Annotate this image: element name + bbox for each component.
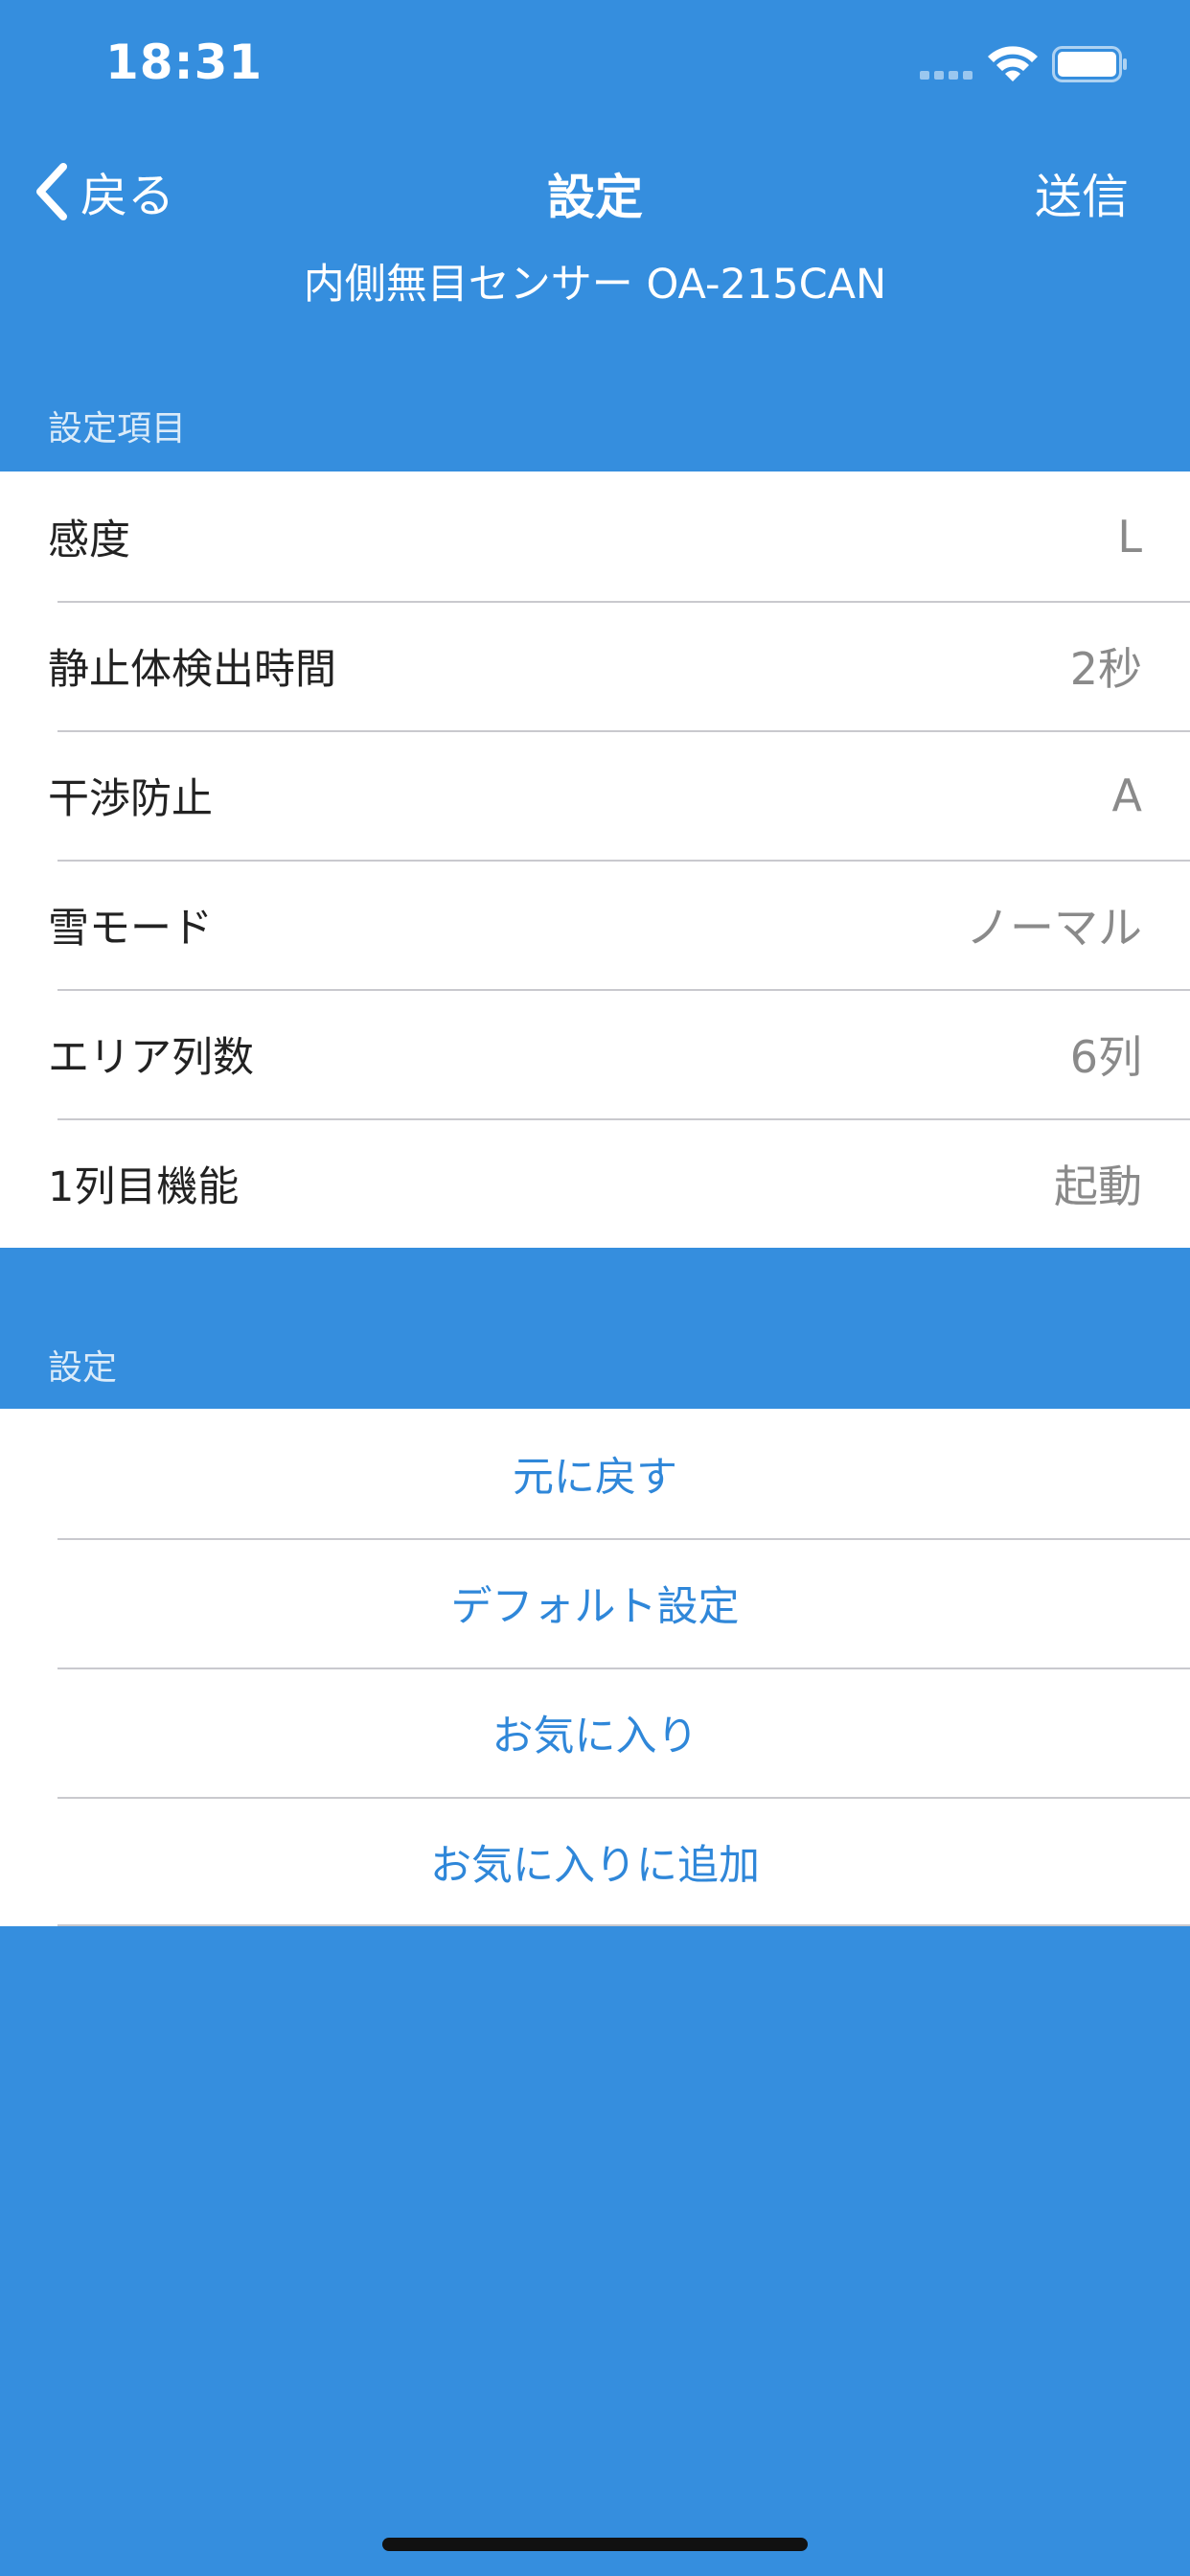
setting-label: 1列目機能	[48, 1162, 240, 1211]
setting-label: 感度	[48, 516, 130, 564]
wifi-icon	[988, 46, 1038, 81]
page-title: 設定	[547, 170, 643, 225]
setting-value: 2秒	[1069, 642, 1142, 695]
setting-value: A	[1111, 769, 1142, 821]
send-button[interactable]: 送信	[1035, 159, 1129, 227]
setting-row-area-rows[interactable]: エリア列数 6列	[0, 989, 1190, 1118]
revert-button[interactable]: 元に戻す	[0, 1409, 1190, 1538]
setting-value: 6列	[1069, 1030, 1142, 1083]
setting-label: 静止体検出時間	[48, 645, 336, 694]
cellular-signal-icon	[920, 71, 973, 82]
device-name: 内側無目センサー OA-215CAN	[303, 261, 887, 309]
actions-header: 設定	[48, 1348, 118, 1388]
settings-items-list: 感度 L 静止体検出時間 2秒 干渉防止 A 雪モード ノーマル エリア列数 6…	[0, 472, 1190, 1248]
setting-label: 干渉防止	[48, 774, 213, 823]
setting-label: エリア列数	[48, 1033, 254, 1082]
setting-row-first-row-function[interactable]: 1列目機能 起動	[0, 1118, 1190, 1248]
setting-row-stationary-detection-time[interactable]: 静止体検出時間 2秒	[0, 601, 1190, 730]
setting-value: L	[1117, 510, 1142, 563]
setting-row-interference-prevention[interactable]: 干渉防止 A	[0, 730, 1190, 860]
actions-list: 元に戻す デフォルト設定 お気に入り お気に入りに追加	[0, 1409, 1190, 1926]
status-time: 18:31	[105, 34, 263, 90]
setting-row-snow-mode[interactable]: 雪モード ノーマル	[0, 860, 1190, 989]
setting-row-sensitivity[interactable]: 感度 L	[0, 472, 1190, 601]
status-bar: 18:31	[0, 0, 1190, 134]
favorites-button[interactable]: お気に入り	[0, 1668, 1190, 1797]
setting-value: ノーマル	[966, 901, 1142, 954]
default-settings-button[interactable]: デフォルト設定	[0, 1538, 1190, 1668]
battery-icon	[1052, 46, 1127, 82]
settings-screen: 18:31 戻る 設定 送信 内側無目センサー OA-215CAN 設定項目 感…	[0, 0, 1190, 2576]
settings-items-header: 設定項目	[48, 409, 187, 448]
home-indicator[interactable]	[382, 2538, 808, 2551]
setting-label: 雪モード	[48, 904, 213, 953]
divider	[57, 1924, 1190, 1926]
setting-value: 起動	[1054, 1160, 1142, 1212]
add-to-favorites-button[interactable]: お気に入りに追加	[0, 1797, 1190, 1926]
